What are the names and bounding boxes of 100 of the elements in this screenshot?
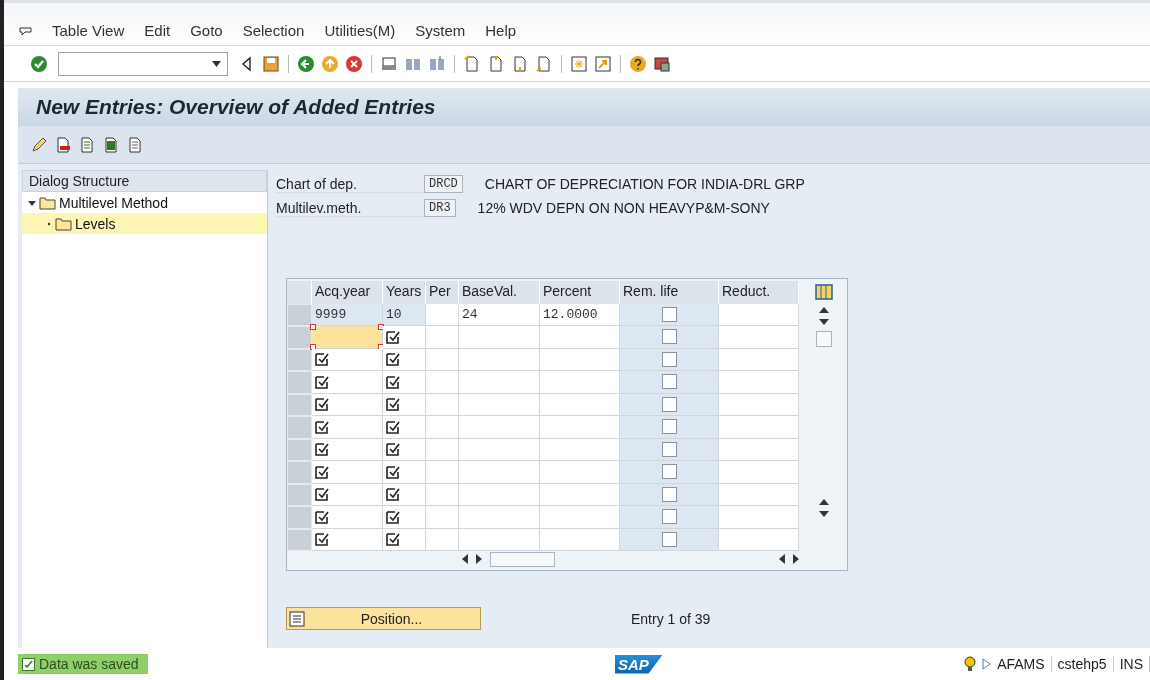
help-icon[interactable]: [629, 54, 647, 73]
table-cell[interactable]: [312, 438, 383, 461]
column-header[interactable]: Per: [426, 281, 459, 304]
table-cell[interactable]: [719, 461, 799, 484]
column-header[interactable]: Years: [383, 281, 426, 304]
table-cell[interactable]: [426, 438, 459, 461]
layout-icon[interactable]: [653, 54, 671, 73]
new-window-icon[interactable]: [570, 54, 588, 73]
table-cell[interactable]: 24: [459, 303, 540, 326]
table-cell[interactable]: [459, 506, 540, 529]
dropdown-icon[interactable]: [212, 60, 221, 67]
tree-item[interactable]: Levels: [22, 213, 267, 234]
page-down-icon[interactable]: [819, 511, 829, 517]
table-cell[interactable]: [540, 483, 620, 506]
scroll-down-icon[interactable]: [819, 319, 829, 325]
table-cell[interactable]: [383, 326, 426, 349]
table-cell[interactable]: [459, 348, 540, 371]
column-header[interactable]: BaseVal.: [459, 281, 540, 304]
print-icon[interactable]: [380, 54, 398, 73]
table-cell[interactable]: [383, 438, 426, 461]
table-cell[interactable]: [312, 348, 383, 371]
table-cell[interactable]: [459, 461, 540, 484]
menu-item[interactable]: Table View: [52, 22, 125, 39]
table-cell[interactable]: [312, 416, 383, 439]
table-cell[interactable]: [719, 303, 799, 326]
table-cell[interactable]: [312, 506, 383, 529]
table-cell[interactable]: 9999: [312, 303, 383, 326]
column-header[interactable]: Percent: [540, 281, 620, 304]
system-info[interactable]: AFAMS: [997, 656, 1052, 672]
menu-item[interactable]: Edit: [144, 22, 171, 39]
table-cell[interactable]: [383, 528, 426, 551]
table-cell[interactable]: [719, 438, 799, 461]
scroll-right-icon[interactable]: [475, 554, 482, 564]
table-cell[interactable]: [540, 416, 620, 439]
table-cell[interactable]: [426, 506, 459, 529]
last-page-icon[interactable]: [535, 54, 553, 73]
table-cell[interactable]: [459, 393, 540, 416]
table-cell[interactable]: [383, 371, 426, 394]
table-cell[interactable]: [383, 483, 426, 506]
table-cell[interactable]: [426, 528, 459, 551]
command-field[interactable]: [58, 51, 228, 76]
table-cell[interactable]: [540, 326, 620, 349]
table-cell[interactable]: [383, 506, 426, 529]
table-cell[interactable]: [459, 528, 540, 551]
table-cell[interactable]: [383, 393, 426, 416]
scroll-up-icon[interactable]: [819, 307, 829, 313]
table-cell[interactable]: [312, 528, 383, 551]
table-cell[interactable]: 10: [383, 303, 426, 326]
table-cell[interactable]: [312, 326, 383, 349]
scroll-left-icon[interactable]: [779, 554, 786, 564]
deselect-all-icon[interactable]: [126, 135, 144, 154]
table-cell[interactable]: [540, 528, 620, 551]
table-cell[interactable]: [459, 416, 540, 439]
save-icon[interactable]: [262, 54, 280, 73]
table-cell[interactable]: [426, 461, 459, 484]
checkbox[interactable]: [661, 351, 677, 367]
checkbox[interactable]: [661, 306, 677, 322]
table-cell[interactable]: [383, 416, 426, 439]
table-cell[interactable]: [719, 528, 799, 551]
column-header[interactable]: Reduct.: [719, 281, 799, 304]
menu-item[interactable]: Selection: [242, 22, 305, 39]
check-icon[interactable]: [30, 54, 48, 73]
table-cell[interactable]: [426, 371, 459, 394]
checkbox[interactable]: [661, 509, 677, 525]
previous-page-icon[interactable]: [487, 54, 505, 73]
table-cell[interactable]: [719, 416, 799, 439]
table-cell[interactable]: [426, 326, 459, 349]
lightbulb-icon[interactable]: [964, 656, 977, 672]
column-settings-icon[interactable]: [815, 283, 833, 301]
menu-item[interactable]: Goto: [190, 22, 223, 39]
position-button[interactable]: Position...: [286, 607, 481, 630]
find-next-icon[interactable]: [428, 54, 446, 73]
table-cell[interactable]: [719, 393, 799, 416]
shortcut-icon[interactable]: [594, 54, 612, 73]
checkbox[interactable]: [661, 374, 677, 390]
scroll-thumb[interactable]: [816, 331, 832, 347]
copy-row-icon[interactable]: [78, 135, 96, 154]
select-all-icon[interactable]: [102, 135, 120, 154]
menu-item[interactable]: Help: [485, 22, 517, 39]
table-cell[interactable]: [459, 326, 540, 349]
cancel-icon[interactable]: [345, 54, 363, 73]
play-icon[interactable]: [982, 658, 992, 670]
pencil-icon[interactable]: [30, 135, 48, 154]
checkbox[interactable]: [661, 329, 677, 345]
table-cell[interactable]: 12.0000: [540, 303, 620, 326]
table-cell[interactable]: [383, 461, 426, 484]
first-page-icon[interactable]: [463, 54, 481, 73]
status-message[interactable]: Data was saved: [18, 654, 148, 674]
checkbox[interactable]: [661, 464, 677, 480]
column-header[interactable]: Rem. life: [620, 281, 719, 304]
table-cell[interactable]: [459, 438, 540, 461]
menu-item[interactable]: Utilities(M): [324, 22, 396, 39]
table-cell[interactable]: [459, 483, 540, 506]
table-cell[interactable]: [426, 348, 459, 371]
table-cell[interactable]: [540, 348, 620, 371]
column-header[interactable]: Acq.year: [312, 281, 383, 304]
caret-down-icon[interactable]: [28, 198, 36, 207]
table-cell[interactable]: [383, 348, 426, 371]
tree-item[interactable]: Multilevel Method: [22, 192, 267, 213]
menu-item[interactable]: System: [415, 22, 466, 39]
